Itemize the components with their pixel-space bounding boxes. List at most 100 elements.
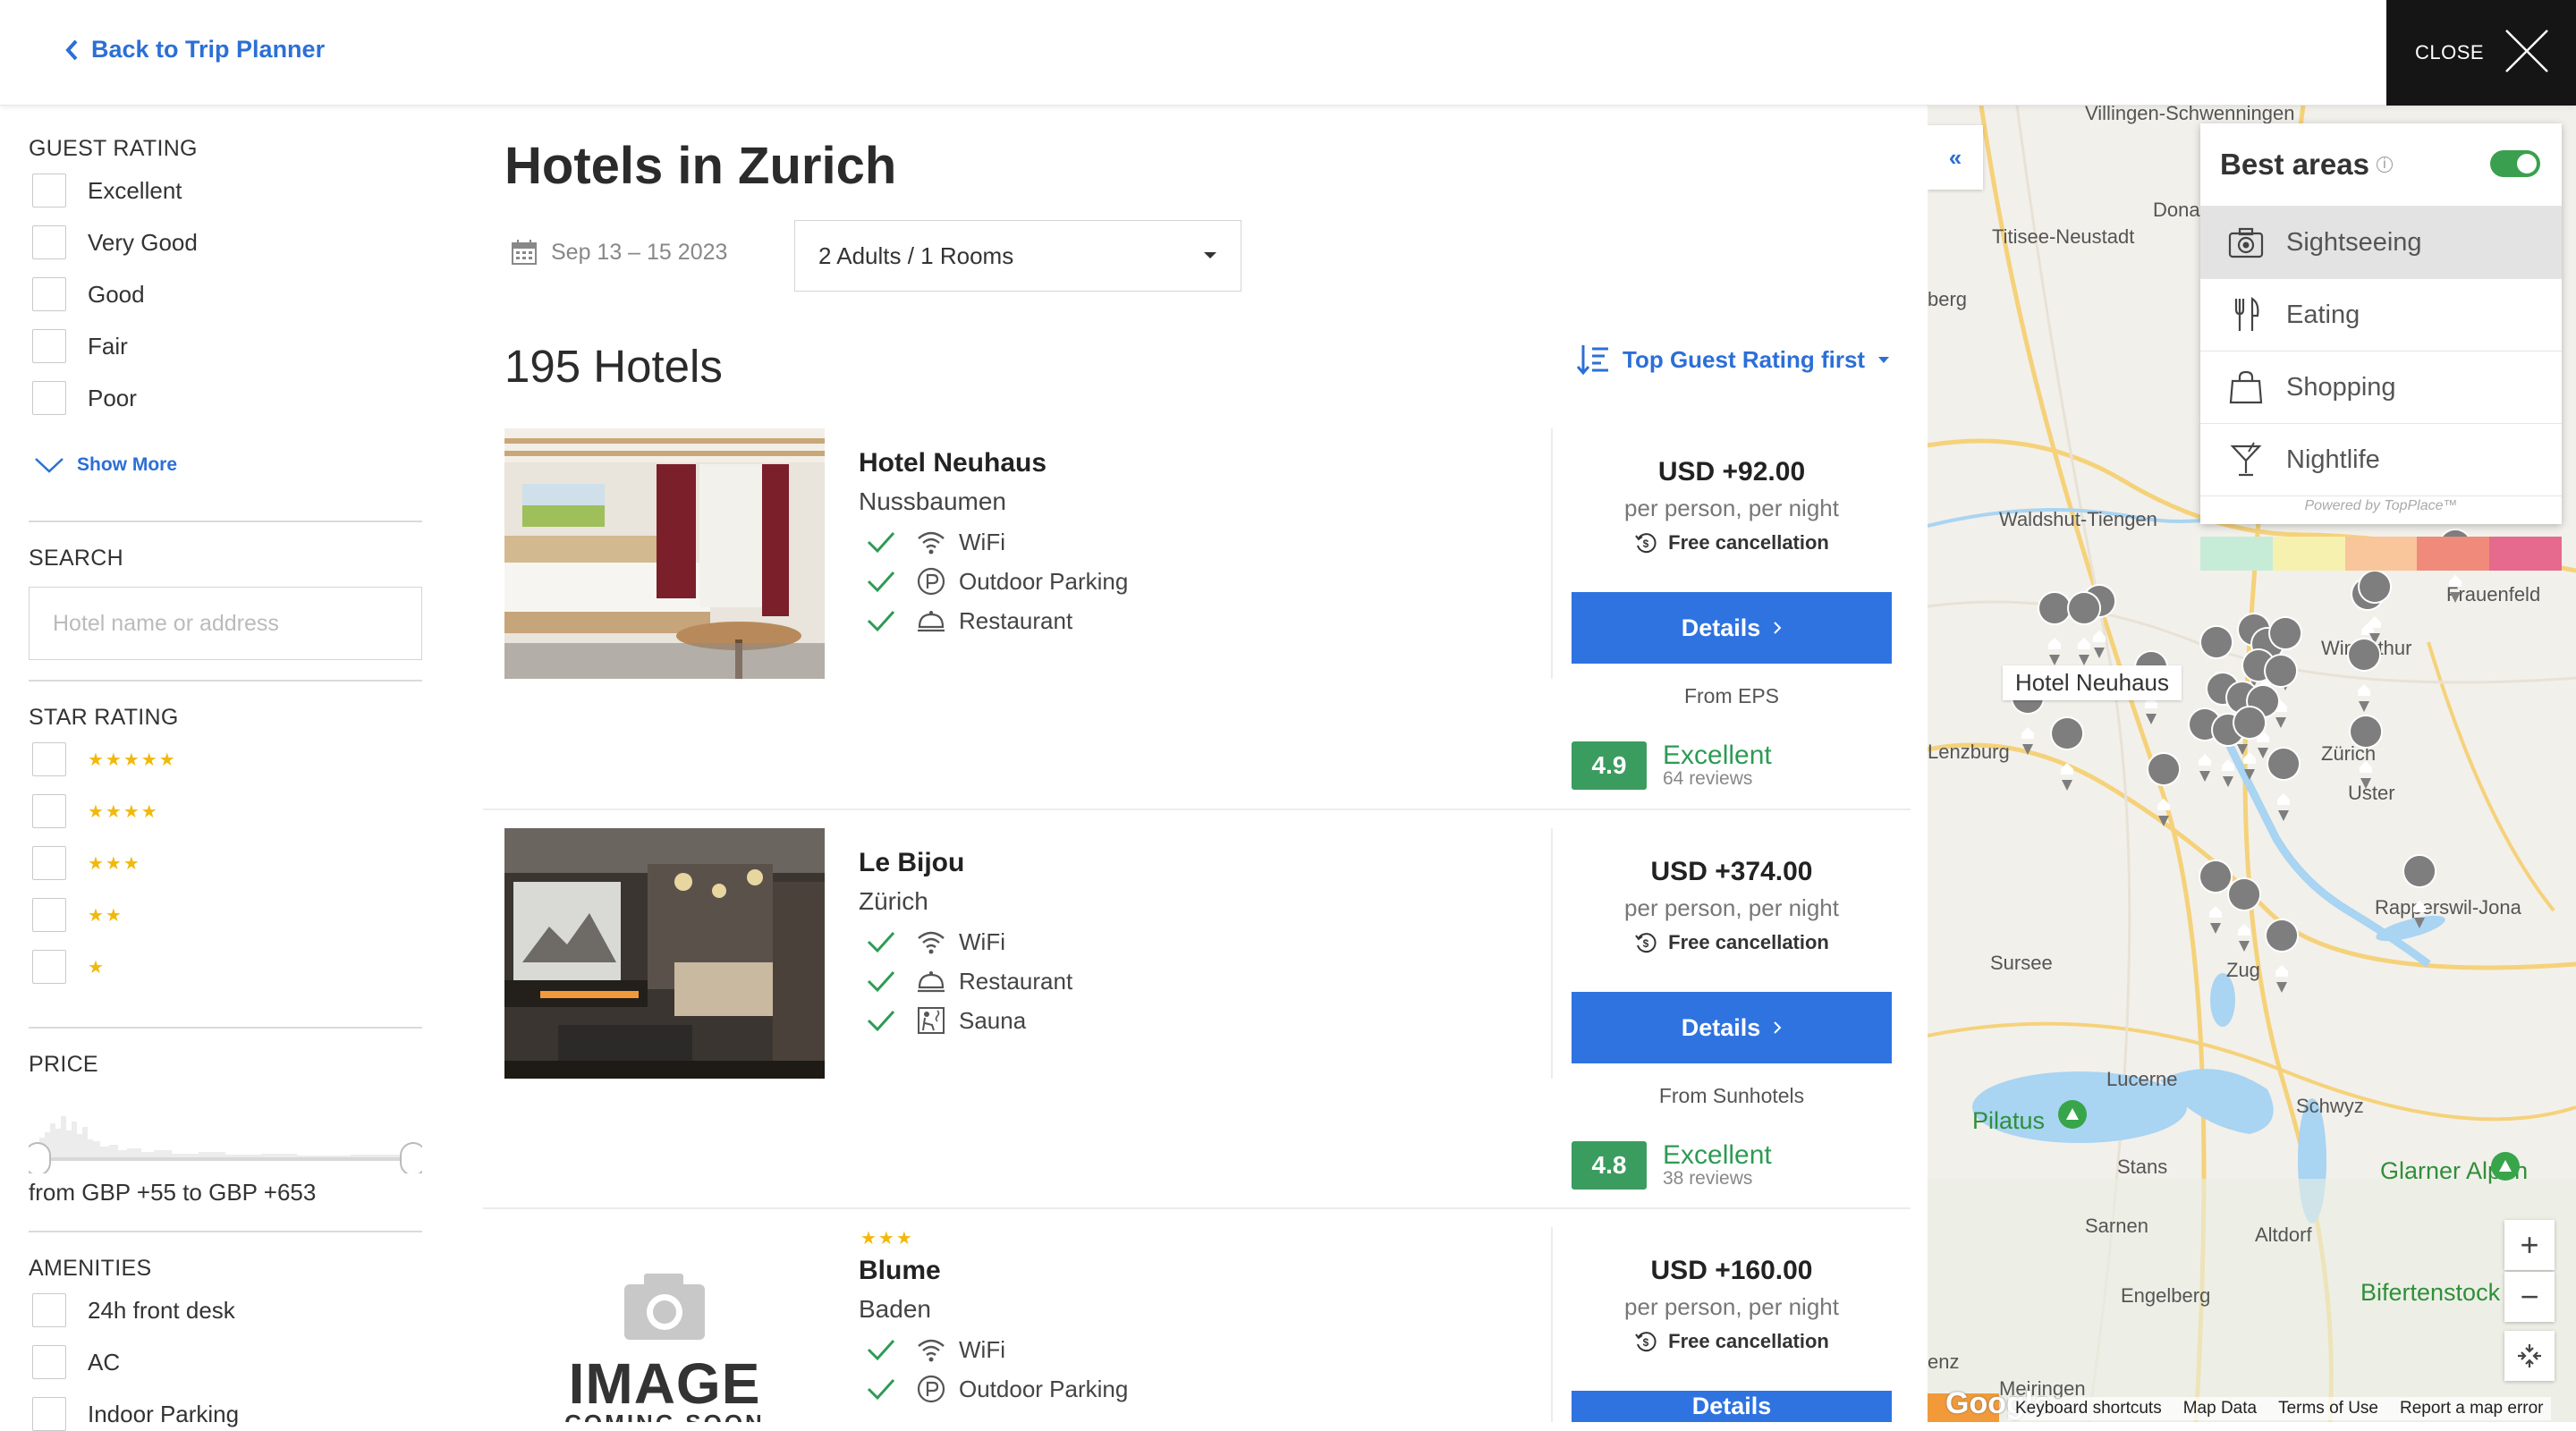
guest-rating-option[interactable]: Fair	[32, 329, 128, 363]
map-hotel-label[interactable]: Hotel Neuhaus	[2003, 665, 2182, 700]
free-cancellation-label: Free cancellation	[1668, 1330, 1829, 1352]
hotel-search-input[interactable]	[29, 587, 422, 660]
star-rating-option[interactable]: ★★★★★	[32, 742, 177, 776]
back-to-trip-planner-link[interactable]: Back to Trip Planner	[64, 36, 325, 64]
map-place-label: Pilatus	[1972, 1107, 2046, 1134]
guest-rating-option[interactable]: Very Good	[32, 225, 198, 259]
keyboard-shortcuts-link[interactable]: Keyboard shortcuts	[2015, 1399, 2162, 1418]
best-area-eating[interactable]: Eating	[2200, 278, 2562, 351]
shopping-bag-icon	[2229, 370, 2263, 404]
price-block: USD +374.00 per person, per night $ Free…	[1572, 857, 1892, 954]
map-collapse-button[interactable]: «	[1928, 125, 1983, 190]
hotel-card[interactable]: IMAGE COMING SOON ★★★ Blume Baden WiFi O…	[483, 1227, 1914, 1422]
close-icon	[2505, 30, 2548, 72]
best-area-nightlife[interactable]: Nightlife	[2200, 423, 2562, 495]
info-icon[interactable]: i	[2376, 157, 2393, 173]
map-place-label: Lenzburg	[1928, 741, 2010, 763]
checkbox[interactable]	[32, 794, 66, 828]
divider	[29, 1027, 422, 1029]
best-areas-color-scale	[2200, 537, 2562, 571]
hotel-name[interactable]: Hotel Neuhaus	[859, 448, 1046, 478]
checkbox[interactable]	[32, 742, 66, 776]
calendar-icon	[512, 240, 537, 265]
star-rating-stars: ★★★	[88, 853, 141, 874]
provider-label: From Sunhotels	[1658, 1084, 1805, 1107]
hotel-photo-placeholder[interactable]: IMAGE COMING SOON	[504, 1227, 825, 1422]
star-rating-stars: ★	[88, 957, 106, 978]
amenity-option[interactable]: 24h front desk	[32, 1293, 235, 1327]
rating-word: Excellent	[1663, 1140, 1772, 1170]
star-rating-option[interactable]: ★★★★	[32, 794, 159, 828]
divider	[29, 521, 422, 522]
checkbox[interactable]	[32, 174, 66, 207]
checkbox[interactable]	[32, 846, 66, 880]
show-more-link[interactable]: Show More	[34, 454, 177, 476]
close-button[interactable]: CLOSE	[2386, 0, 2576, 106]
checkbox[interactable]	[32, 898, 66, 932]
best-area-label: Eating	[2286, 300, 2360, 329]
star-rating-option[interactable]: ★★	[32, 898, 123, 932]
guests-rooms-select[interactable]: 2 Adults / 1 Rooms	[794, 220, 1241, 292]
checkbox[interactable]	[32, 950, 66, 984]
hotel-count: 195 Hotels	[504, 341, 723, 392]
checkbox[interactable]	[32, 1345, 66, 1379]
map-place-label: Winterthur	[2321, 637, 2412, 659]
free-cancellation: $ Free cancellation	[1572, 531, 1892, 555]
guest-rating-option[interactable]: Good	[32, 277, 145, 311]
date-range[interactable]: Sep 13 – 15 2023	[510, 238, 727, 267]
hotel-card[interactable]: Le Bijou Zürich WiFi Restaurant Sauna US…	[483, 828, 1914, 1225]
amenity-label: WiFi	[959, 927, 1005, 955]
guest-rating-option[interactable]: Poor	[32, 381, 137, 415]
zoom-out-button[interactable]: −	[2504, 1272, 2555, 1322]
details-button[interactable]: Details	[1572, 592, 1892, 664]
checkbox[interactable]	[32, 381, 66, 415]
amenity-option[interactable]: AC	[32, 1345, 120, 1379]
best-areas-toggle[interactable]	[2490, 150, 2540, 177]
recenter-button[interactable]	[2504, 1331, 2555, 1381]
rating-score: 4.9	[1572, 741, 1647, 790]
hotel-name[interactable]: Le Bijou	[859, 848, 964, 878]
details-button[interactable]: Details	[1572, 992, 1892, 1063]
checkbox[interactable]	[32, 1293, 66, 1327]
hotel-photo[interactable]	[504, 828, 825, 1079]
map-place-label: berg	[1928, 288, 1968, 310]
hotel-card[interactable]: Hotel Neuhaus Nussbaumen WiFi Outdoor Pa…	[483, 428, 1914, 826]
map-panel[interactable]: Villingen-Schwenningen Donau Titisee-Neu…	[1928, 106, 2576, 1422]
hotel-name[interactable]: Blume	[859, 1256, 941, 1286]
best-area-sightseeing[interactable]: Sightseeing	[2200, 206, 2562, 278]
map-data-link[interactable]: Map Data	[2183, 1399, 2257, 1418]
zoom-in-button[interactable]: +	[2504, 1220, 2555, 1270]
sort-dropdown[interactable]: Top Guest Rating first	[1576, 343, 1890, 376]
amenity-option-label: 24h front desk	[88, 1296, 235, 1324]
amenity-label: WiFi	[959, 1335, 1005, 1363]
guest-rating-option-label: Very Good	[88, 228, 198, 256]
checkbox[interactable]	[32, 225, 66, 259]
price-histogram-slider[interactable]	[29, 1088, 422, 1173]
review-count: 64 reviews	[1663, 768, 1753, 789]
amenity-option[interactable]: Indoor Parking	[32, 1397, 239, 1431]
best-area-label: Sightseeing	[2286, 227, 2422, 257]
map-place-label: Glarner Alpen	[2380, 1157, 2529, 1184]
amenity-label: Outdoor Parking	[959, 567, 1129, 595]
map-place-label: Rapperswil-Jona	[2375, 896, 2521, 919]
hotel-city: Zürich	[859, 887, 928, 915]
terms-of-use-link[interactable]: Terms of Use	[2278, 1399, 2378, 1418]
checkbox[interactable]	[32, 277, 66, 311]
best-area-shopping[interactable]: Shopping	[2200, 351, 2562, 423]
guest-rating-option[interactable]: Excellent	[32, 174, 182, 207]
amenity-item: Outdoor Parking	[866, 1374, 1128, 1404]
review-count: 38 reviews	[1663, 1168, 1753, 1189]
hotel-photo[interactable]	[504, 428, 825, 679]
report-map-error-link[interactable]: Report a map error	[2400, 1399, 2544, 1418]
price-unit: per person, per night	[1624, 894, 1839, 921]
details-button[interactable]: Details	[1572, 1391, 1892, 1422]
divider	[1551, 428, 1553, 679]
rating-word: Excellent	[1663, 741, 1772, 770]
checkbox[interactable]	[32, 329, 66, 363]
star-rating-option[interactable]: ★★★	[32, 846, 141, 880]
checkmark-icon	[867, 1378, 895, 1401]
star-rating-option[interactable]: ★	[32, 950, 106, 984]
star-rating-title: STAR RATING	[29, 705, 179, 730]
checkbox[interactable]	[32, 1397, 66, 1431]
price-block: USD +92.00 per person, per night $ Free …	[1572, 457, 1892, 555]
